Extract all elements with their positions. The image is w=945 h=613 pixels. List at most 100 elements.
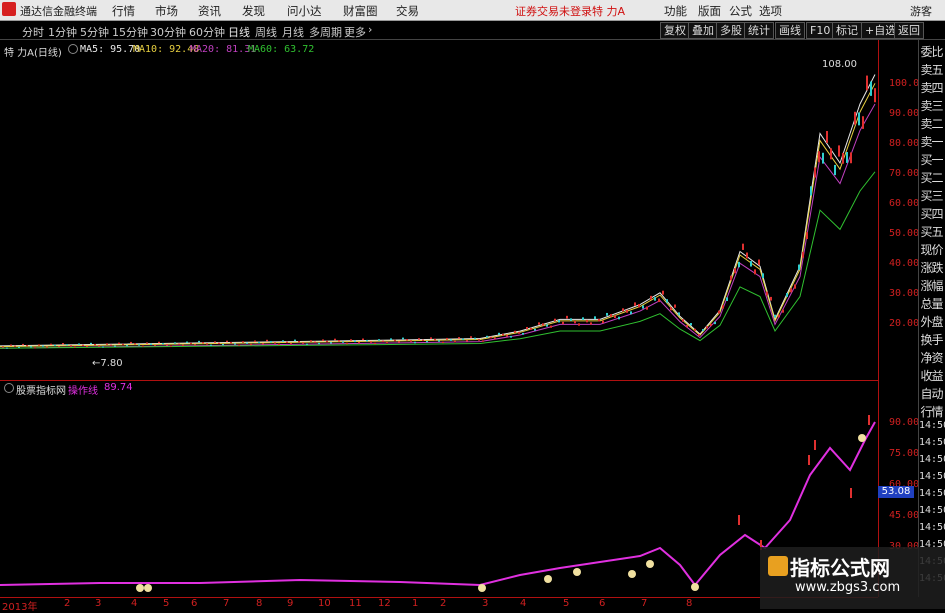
side-panel-item[interactable]: 卖五 — [918, 62, 945, 78]
period-multi[interactable]: 多周期 — [309, 24, 342, 40]
date-tick: 9 — [287, 598, 294, 609]
candlestick — [610, 314, 612, 317]
candlestick-chart[interactable]: 108.00 ←7.80 — [0, 40, 878, 380]
period-monthly[interactable]: 月线 — [282, 24, 304, 40]
candlestick — [306, 343, 308, 345]
stats-button[interactable]: 统计 — [744, 22, 774, 39]
menu-item-trade[interactable]: 交易 — [396, 3, 419, 19]
candlestick — [754, 269, 756, 275]
side-panel-item[interactable]: 收益 — [918, 368, 945, 384]
candlestick — [218, 342, 220, 345]
menu-item-function[interactable]: 功能 — [664, 3, 687, 19]
candlestick — [850, 152, 852, 164]
candlestick — [382, 340, 384, 343]
guest-label[interactable]: 游客 — [910, 3, 932, 19]
app-title: 通达信金融终端 — [20, 5, 97, 18]
candlestick — [238, 344, 240, 346]
side-panel-item[interactable]: 外盘 — [918, 314, 945, 330]
candlestick — [598, 318, 600, 322]
moving-average-line — [0, 83, 876, 348]
candlestick — [650, 295, 652, 300]
period-30min[interactable]: 30分钟 — [150, 24, 186, 40]
mark-button[interactable]: 标记 — [832, 22, 862, 39]
y-tick: 90.00 — [889, 108, 920, 119]
side-panel-item[interactable]: 涨幅 — [918, 278, 945, 294]
date-tick: 4 — [520, 598, 527, 609]
menu-item-marketplace[interactable]: 市场 — [155, 3, 178, 19]
side-panel-item[interactable]: 买二 — [918, 170, 945, 186]
side-panel-item[interactable]: 总量 — [918, 296, 945, 312]
side-panel-item[interactable]: 卖一 — [918, 134, 945, 150]
period-more[interactable]: 更多 — [344, 24, 366, 40]
side-panel-item[interactable]: 买一 — [918, 152, 945, 168]
side-panel-item[interactable]: 换手 — [918, 332, 945, 348]
menu-item-discover[interactable]: 发现 — [242, 3, 265, 19]
chevron-right-icon[interactable]: › — [368, 23, 372, 36]
side-panel-item[interactable]: 买三 — [918, 188, 945, 204]
signal-bar — [814, 440, 816, 450]
draw-button[interactable]: 画线 — [775, 22, 805, 39]
candlestick — [550, 325, 552, 328]
menu-item-news[interactable]: 资讯 — [198, 3, 221, 19]
side-panel-item[interactable]: 委比 — [918, 44, 945, 60]
side-time-label: 14:50 — [919, 488, 945, 499]
side-panel-item[interactable]: 净资 — [918, 350, 945, 366]
f10-button[interactable]: F10 — [806, 22, 835, 39]
candlestick — [822, 152, 824, 164]
candlestick — [446, 337, 448, 340]
candlestick — [142, 345, 144, 347]
candlestick — [234, 343, 236, 345]
multi-stock-button[interactable]: 多股 — [716, 22, 746, 39]
side-panel-item[interactable]: 卖三 — [918, 98, 945, 114]
candlestick — [646, 306, 648, 310]
candlestick — [522, 332, 524, 335]
period-weekly[interactable]: 周线 — [255, 24, 277, 40]
period-60min[interactable]: 60分钟 — [189, 24, 225, 40]
period-intraday[interactable]: 分时 — [22, 24, 44, 40]
candlestick — [858, 112, 860, 126]
y-tick: 70.00 — [889, 168, 920, 179]
menu-item-market[interactable]: 行情 — [112, 3, 135, 19]
side-time-label: 14:50 — [919, 522, 945, 533]
indicator-chart[interactable] — [0, 380, 878, 597]
period-15min[interactable]: 15分钟 — [112, 24, 148, 40]
side-panel-item[interactable]: 涨跌 — [918, 260, 945, 276]
side-panel-item[interactable]: 卖四 — [918, 80, 945, 96]
side-panel-item[interactable]: 现价 — [918, 242, 945, 258]
menu-item-ask[interactable]: 问小达 — [287, 3, 322, 19]
candlestick — [86, 345, 88, 348]
menu-item-wealth[interactable]: 财富圈 — [343, 3, 378, 19]
candlestick — [734, 268, 736, 274]
candlestick — [618, 316, 620, 320]
menu-item-layout[interactable]: 版面 — [698, 3, 721, 19]
period-daily[interactable]: 日线 — [228, 24, 250, 40]
menu-item-formula[interactable]: 公式 — [729, 3, 752, 19]
y-tick: 80.00 — [889, 138, 920, 149]
candlestick — [490, 336, 492, 339]
candlestick — [134, 343, 136, 345]
overlay-button[interactable]: 叠加 — [688, 22, 718, 39]
candlestick — [310, 340, 312, 342]
candlestick — [514, 330, 516, 333]
period-5min[interactable]: 5分钟 — [80, 24, 109, 40]
candlestick — [122, 343, 124, 346]
candlestick — [766, 291, 768, 296]
side-panel-item[interactable]: 卖二 — [918, 116, 945, 132]
candlestick — [510, 335, 512, 338]
menu-item-options[interactable]: 选项 — [759, 3, 782, 19]
back-button[interactable]: 返回 — [894, 22, 924, 39]
side-panel-item[interactable]: 买五 — [918, 224, 945, 240]
side-panel-item[interactable]: 自动 — [918, 386, 945, 402]
candlestick — [242, 341, 244, 343]
candlestick — [450, 339, 452, 341]
period-1min[interactable]: 1分钟 — [48, 24, 77, 40]
candlestick — [486, 335, 488, 338]
candlestick — [254, 340, 256, 342]
adjust-button[interactable]: 复权 — [660, 22, 690, 39]
candlestick — [738, 261, 740, 268]
candlestick — [594, 316, 596, 319]
candlestick — [178, 343, 180, 345]
login-status[interactable]: 证券交易未登录 — [515, 3, 592, 19]
side-panel-item[interactable]: 行情 — [918, 404, 945, 420]
side-panel-item[interactable]: 买四 — [918, 206, 945, 222]
